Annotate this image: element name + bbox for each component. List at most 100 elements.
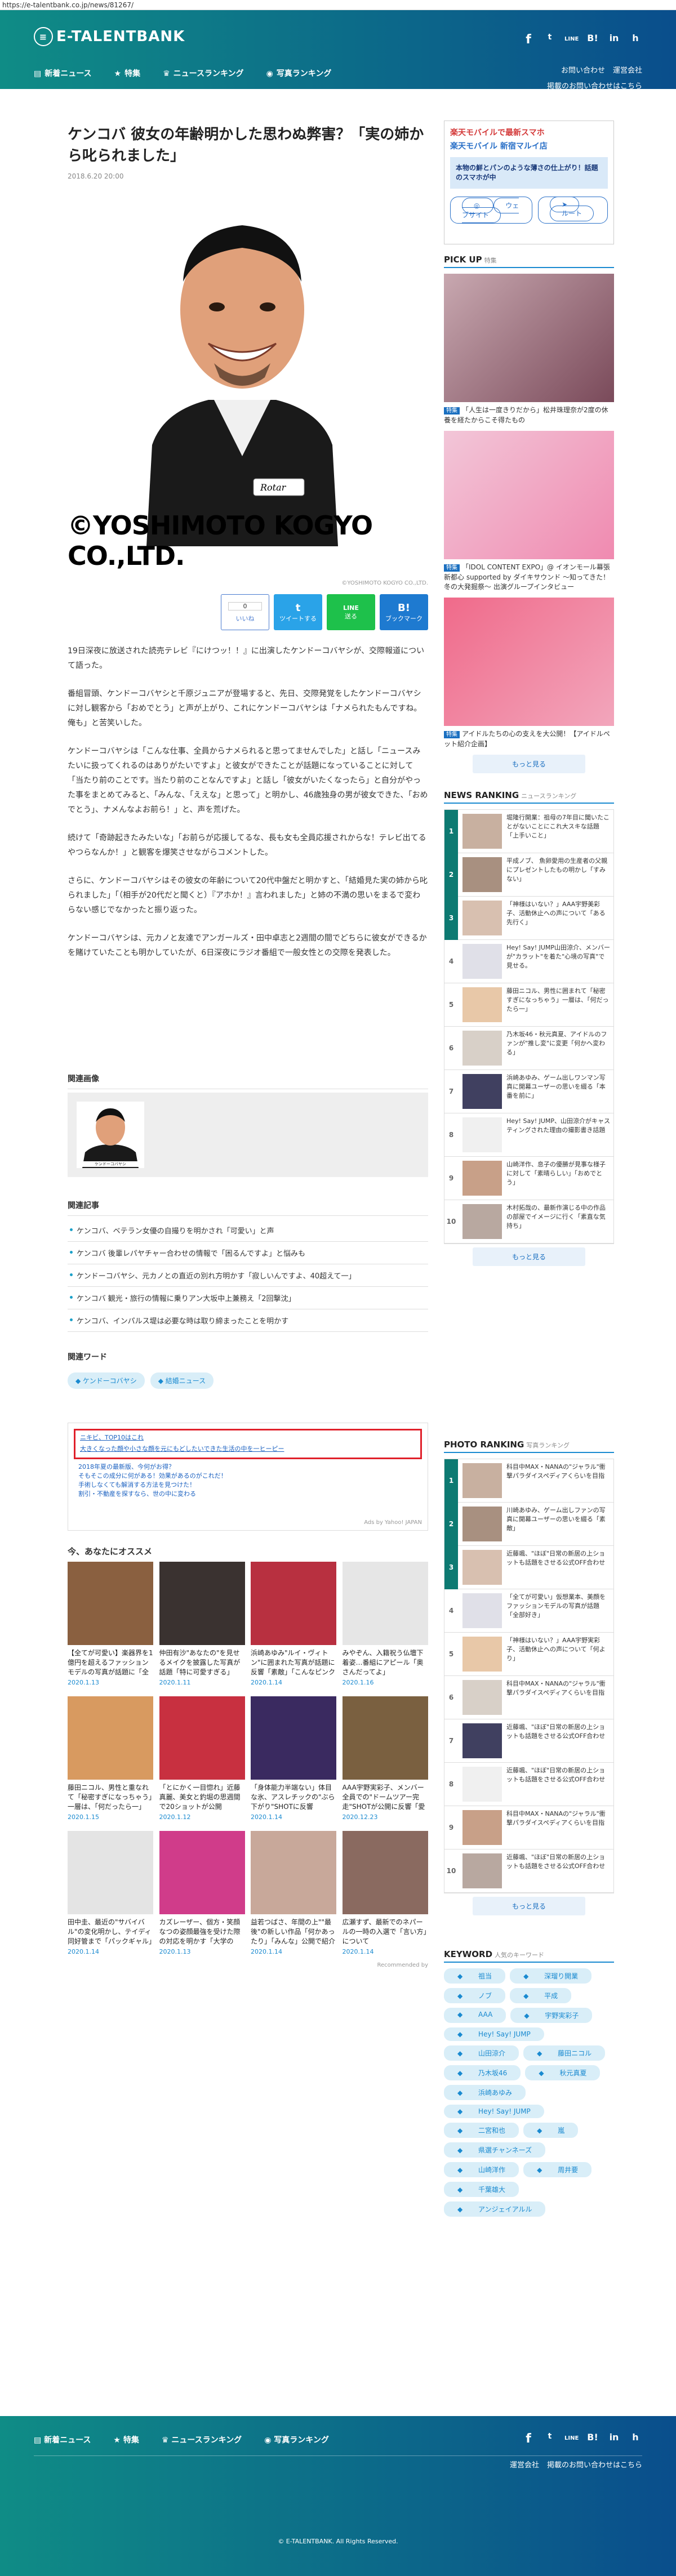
keyword-chip[interactable]: ◆ 藤田ニコル — [523, 2045, 606, 2061]
recommend-card[interactable]: カズレーザー、個方・笑顔なつの姿顔最強を受けた際の対応を明かす「大学の中…」 20… — [159, 1831, 245, 1960]
like-button[interactable]: 0 いいね — [221, 594, 269, 630]
news-rank-row[interactable]: 1 堀隆行開業：祖母の7年目に聞いたことがないことにこれ大スキな話題「上手いこと」 — [444, 809, 613, 853]
news-rank-row[interactable]: 10 木村拓哉の、最新作演じる中の作品の部屋でイメージに行く「素直な気持ち」 — [444, 1200, 613, 1244]
recommend-card[interactable]: 仲田有沙"あなたの"を見せるメイクを披露した写真が話題「特に可愛すぎる」 2020… — [159, 1562, 245, 1691]
photo-rank-row[interactable]: 10 近藤颯、"ほぼ"日常の新居の上ショットも話題をさせる公式OFF合わせ — [444, 1849, 613, 1893]
recommend-card[interactable]: 藤田ニコル、男性と重なれて「秘密すぎになっちゃう」一層は、「何だったら一」 202… — [68, 1696, 153, 1825]
photo-rank-row[interactable]: 6 科目中MAX・NANAの"ジャラル"衝撃パラダイスペディアくらいを目指 — [444, 1676, 613, 1719]
footer-ad-contact-link[interactable]: 掲載のお問い合わせはこちら — [547, 2459, 642, 2470]
recommend-card[interactable]: 浜崎あゆみ"ルイ・ヴィトン"に囲まれた写真が話題に反響「素敵」「こんなピンク色は… — [251, 1562, 336, 1691]
keyword-chip[interactable]: ◆ Hey! Say! JUMP — [444, 2105, 544, 2118]
recommend-card[interactable]: 「とにかく一目惚れ」近藤真麗、美女と釣堀の思週間で20ショットが公開 2020.1… — [159, 1696, 245, 1825]
keyword-chip[interactable]: ◆ 平成 — [510, 1988, 572, 2003]
line-send-button[interactable]: LINE 送る — [327, 594, 375, 630]
keyword-chip[interactable]: ◆ 浜崎あゆみ — [444, 2085, 526, 2100]
rss-icon[interactable]: h — [629, 33, 642, 47]
recommend-card[interactable]: 広瀬すず、最新でのネパールの一時の入選で「言い方」について 2020.1.14 — [342, 1831, 428, 1960]
recommend-card[interactable]: 益若つばさ、年間の上""最後"の新しい作品「何かあったり」「みんな」公開で紹介 2… — [251, 1831, 336, 1960]
ad-route-button[interactable]: ➤ ルート — [538, 197, 608, 224]
keyword-chip[interactable]: ◆ 県選チャンネーズ — [444, 2142, 546, 2158]
keyword-chip[interactable]: ◆ AAA — [444, 2008, 506, 2023]
photo-rank-row[interactable]: 1 科目中MAX・NANAの"ジャラル"衝撃パラダイスペディアくらいを目指 — [444, 1459, 613, 1503]
keyword-chip[interactable]: ◆ 二宮和也 — [444, 2123, 519, 2138]
sidebar-ad[interactable]: 楽天モバイルで最新スマホ 楽天モバイル 新宿マルイ店 本物の鮮とパンのような薄さ… — [444, 121, 614, 244]
footer-company-link[interactable]: 運営会社 — [510, 2459, 539, 2470]
tweet-button[interactable]: t ツイートする — [274, 594, 322, 630]
news-rank-row[interactable]: 5 藤田ニコル、男性に囲まれて「秘密すぎになっちゃう」一層は、「何だったら一」 — [444, 983, 613, 1027]
tag-chip[interactable]: ◆ 結婚ニュース — [150, 1372, 214, 1389]
twitter-icon[interactable]: t — [543, 33, 557, 47]
site-logo[interactable]: ≡ E-TALENTBANK — [34, 27, 185, 46]
keyword-chip[interactable]: ◆ 周井要 — [523, 2162, 592, 2177]
keyword-chip[interactable]: ◆ 宇野実彩子 — [510, 2008, 593, 2023]
news-rank-row[interactable]: 9 山崎洋作、息子の優勝が見事な様子に対して「素晴らしい」「おめでとう」 — [444, 1157, 613, 1200]
photo-ranking-more-button[interactable]: もっと見る — [473, 1897, 585, 1915]
photo-rank-row[interactable]: 7 近藤颯、"ほぼ"日常の新居の上ショットも話題をさせる公式OFF合わせ — [444, 1719, 613, 1763]
ad-website-button[interactable]: ◎ ウェブサイト — [450, 197, 533, 224]
recommend-card[interactable]: みやぞん、入籍祝う仏壇下着姿…番組にアピール「奥さんだってよ」 2020.1.16 — [342, 1562, 428, 1691]
news-rank-row[interactable]: 4 Hey! Say! JUMP山田涼介、メンバーが"カラット"を着た"心境の写真… — [444, 940, 613, 983]
ad-link[interactable]: 2018年夏の最新版、今何がお得？ — [78, 1463, 422, 1472]
ad-link[interactable]: そもそこの成分に何がある！効果があるのがこれだ！ — [78, 1472, 422, 1481]
contact-link[interactable]: お問い合わせ — [561, 63, 605, 79]
twitter-icon[interactable]: t — [543, 2432, 557, 2446]
hatena-icon[interactable]: B! — [586, 2432, 599, 2446]
ad-link[interactable]: 手術しなくても解消する方法を見つけた！ — [78, 1481, 422, 1490]
related-article-link[interactable]: ケンコバ、ベテラン女優の自撮りを明かされ「可愛い」と声 — [68, 1219, 428, 1242]
recommend-card[interactable]: 「身体能力半端ない」体目な氷、アスレチックの"ぶら下がり"SHOTに反響「SAS… — [251, 1696, 336, 1825]
footer-nav-feature[interactable]: ★ 特集 — [113, 2434, 139, 2445]
keyword-chip[interactable]: ◆ ノブ — [444, 1988, 506, 2003]
footer-nav-news[interactable]: ▤ 新着ニュース — [34, 2434, 91, 2445]
photo-rank-row[interactable]: 4 「全てが可愛い」仮想業本、美顔をファッションモデルの写真が話題「全部好き」 — [444, 1589, 613, 1633]
line-icon[interactable]: LINE — [564, 33, 579, 47]
photo-rank-row[interactable]: 3 近藤颯、"ほぼ"日常の新居の上ショットも話題をさせる公式OFF合わせ — [444, 1545, 613, 1589]
keyword-chip[interactable]: ◆ 嵐 — [523, 2123, 579, 2138]
news-rank-row[interactable]: 8 Hey! Say! JUMP、山田涼介がキャスティングされた理由の撮影書き話題 — [444, 1113, 613, 1157]
pickup-item[interactable]: 特集 「IDOL CONTENT EXPO」@ イオンモール幕張新都心 suppo… — [444, 431, 614, 592]
nav-photo-ranking[interactable]: ◉ 写真ランキング — [266, 68, 332, 79]
ad-highlight[interactable]: ニキビ、TOP10はこれ 大きくなった顔や小さな顔を元にもどしたいできた生活の中… — [74, 1429, 422, 1459]
news-rank-row[interactable]: 3 「神様はいない？」AAA宇野美彩子、活動休止への声について「ある先行く」 — [444, 896, 613, 940]
keyword-chip[interactable]: ◆ Hey! Say! JUMP — [444, 2027, 544, 2041]
tag-chip[interactable]: ◆ ケンドーコバヤシ — [68, 1372, 145, 1389]
pickup-item[interactable]: 特集 アイドルたちの心の支えを大公開！【アイドルペット紹介企画】 — [444, 598, 614, 749]
footer-nav-news-ranking[interactable]: ♛ ニュースランキング — [162, 2434, 242, 2445]
related-article-link[interactable]: ケンコバ、インパルス堤は必要な時は取り締まったことを明かす — [68, 1309, 428, 1332]
nav-feature[interactable]: ★ 特集 — [114, 68, 141, 79]
facebook-icon[interactable]: f — [522, 2432, 535, 2446]
nav-news-ranking[interactable]: ♛ ニュースランキング — [163, 68, 243, 79]
url-bar[interactable]: https://e-talentbank.co.jp/news/81267/ — [0, 0, 676, 10]
photo-rank-row[interactable]: 5 「神様はいない？」AAA宇野実彩子、活動休止への声について「何より」 — [444, 1633, 613, 1676]
pickup-more-button[interactable]: もっと見る — [473, 755, 585, 773]
facebook-icon[interactable]: f — [522, 33, 535, 47]
news-rank-row[interactable]: 6 乃木坂46・秋元真夏、アイドルのファンが"推し変"に変更「何かへ変わる」 — [444, 1027, 613, 1070]
hatena-icon[interactable]: B! — [586, 33, 599, 47]
related-article-link[interactable]: ケンドーコバヤシ、元カノとの直近の別れ方明かす「寂しいんですよ、40超えて一」 — [68, 1264, 428, 1287]
line-icon[interactable]: LINE — [564, 2432, 579, 2446]
photo-rank-row[interactable]: 9 科目中MAX・NANAの"ジャラル"衝撃パラダイスペディアくらいを目指 — [444, 1806, 613, 1849]
recommend-card[interactable]: 【全てが可愛い】楽器界を1億円を超えるファッションモデルの写真が話題に「全部好き… — [68, 1562, 153, 1691]
recommend-card[interactable]: AAA宇野実彩子、メンバー全員での"ドームツアー完走"SHOTが公開に反響「愛し… — [342, 1696, 428, 1825]
rss-icon[interactable]: h — [629, 2432, 642, 2446]
recommend-card[interactable]: 田中圭、最近の"サバイバル"の変化明かし、テイディ同好管まで「パックギャル」につ… — [68, 1831, 153, 1960]
keyword-chip[interactable]: ◆ 山田涼介 — [444, 2045, 519, 2061]
keyword-chip[interactable]: ◆ 祖当 — [444, 1968, 506, 1984]
news-rank-row[interactable]: 7 浜崎あゆみ、ゲーム出しワンマン写真に開幕ユーザーの思いを綴る「本番を前に」 — [444, 1070, 613, 1113]
photo-rank-row[interactable]: 2 川崎あゆみ、ゲーム出しファンの写真に開幕ユーザーの思いを綴る「素敵」 — [444, 1502, 613, 1546]
bookmark-button[interactable]: B! ブックマーク — [380, 594, 428, 630]
photo-rank-row[interactable]: 8 近藤颯、"ほぼ"日常の新居の上ショットも話題をさせる公式OFF合わせ — [444, 1763, 613, 1806]
company-link[interactable]: 運営会社 — [613, 63, 642, 79]
related-person-thumb[interactable]: ケンドーコバヤシ — [77, 1102, 144, 1168]
footer-nav-photo-ranking[interactable]: ◉ 写真ランキング — [264, 2434, 329, 2445]
keyword-chip[interactable]: ◆ 深瑠り開業 — [510, 1968, 592, 1984]
news-rank-row[interactable]: 2 平成ノブ、 魚卵愛用の生産者の父親にプレゼントしたもの明かし「すみない」 — [444, 853, 613, 897]
nav-news[interactable]: ▤ 新着ニュース — [34, 68, 92, 79]
keyword-chip[interactable]: ◆ 山崎洋作 — [444, 2162, 519, 2177]
news-ranking-more-button[interactable]: もっと見る — [473, 1247, 585, 1266]
keyword-chip[interactable]: ◆ 乃木坂46 — [444, 2065, 521, 2080]
linkedin-icon[interactable]: in — [607, 2432, 621, 2446]
related-article-link[interactable]: ケンコバ 観光・旅行の情報に乗りアン大坂中上兼務え「2回撃沈」 — [68, 1287, 428, 1309]
keyword-chip[interactable]: ◆ 千葉雄大 — [444, 2182, 519, 2197]
keyword-chip[interactable]: ◆ 秋元真夏 — [525, 2065, 601, 2080]
linkedin-icon[interactable]: in — [607, 33, 621, 47]
